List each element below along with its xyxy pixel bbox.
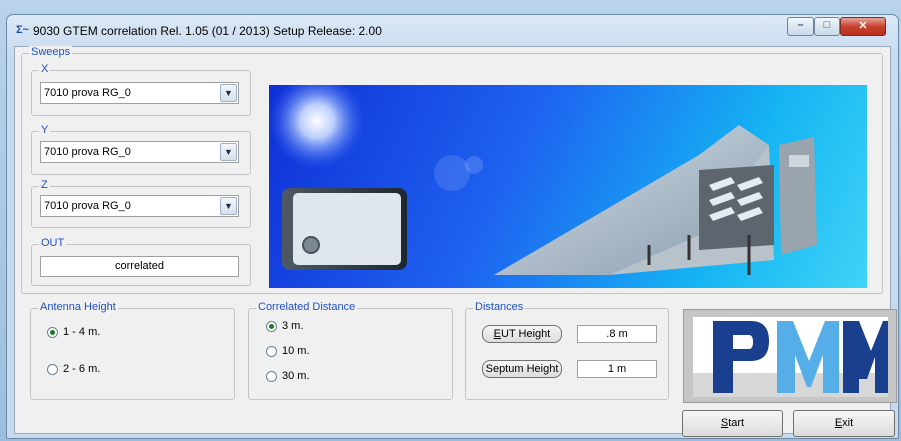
sweep-x-value: 7010 prova RG_0 — [44, 87, 131, 99]
chevron-down-icon[interactable]: ▼ — [220, 84, 237, 102]
sweep-z-value: 7010 prova RG_0 — [44, 200, 131, 212]
correlated-distance-radio-30m[interactable]: 30 m. — [266, 370, 310, 382]
pmm-logo-inner — [693, 317, 888, 397]
sweep-z-group: Z 7010 prova RG_0 ▼ — [31, 179, 251, 228]
sweep-x-label: X — [39, 63, 51, 75]
exit-button-label: xit — [842, 417, 854, 429]
sweep-y-label: Y — [39, 124, 51, 136]
antenna-height-radio-2-6[interactable]: 2 - 6 m. — [47, 363, 100, 375]
eut-height-button-label: UT Height — [501, 328, 551, 340]
antenna-height-legend: Antenna Height — [38, 301, 118, 313]
out-label: OUT — [39, 237, 67, 249]
pmm-logo — [683, 309, 897, 403]
septum-height-button[interactable]: Septum Height — [482, 360, 562, 378]
sigma-icon: Σ~ — [16, 24, 30, 36]
correlated-distance-option-label: 30 m. — [282, 370, 310, 382]
pmm-logo-graphic — [693, 321, 888, 397]
start-button-label: tart — [728, 417, 745, 429]
radio-selected-icon[interactable] — [266, 320, 277, 332]
correlated-distance-option-label: 10 m. — [282, 345, 310, 357]
correlated-distance-legend: Correlated Distance — [256, 301, 358, 313]
correlated-distance-option-label: 3 m. — [282, 320, 304, 332]
antenna-height-group: Antenna Height 1 - 4 m. 2 - 6 m. — [30, 301, 235, 400]
sweep-y-group: Y 7010 prova RG_0 ▼ — [31, 124, 251, 175]
chevron-down-icon[interactable]: ▼ — [220, 143, 237, 161]
gtem-banner-image — [269, 85, 867, 288]
sweep-z-label: Z — [39, 179, 50, 191]
maximize-button[interactable]: □ — [814, 17, 840, 36]
radio-unselected-icon[interactable] — [266, 370, 277, 382]
radio-unselected-icon[interactable] — [47, 363, 58, 375]
antenna-height-option-label: 1 - 4 m. — [63, 326, 101, 338]
correlated-distance-radio-3m[interactable]: 3 m. — [266, 320, 303, 332]
eut-height-accel-key: E — [493, 328, 501, 340]
close-button[interactable]: ✕ — [840, 17, 886, 36]
minimize-icon: – — [797, 19, 804, 31]
out-group: OUT correlated — [31, 237, 251, 286]
maximize-icon: □ — [823, 19, 831, 31]
sweep-y-value: 7010 prova RG_0 — [44, 146, 131, 158]
eut-height-button[interactable]: EUT Height — [482, 325, 562, 343]
sweep-x-group: X 7010 prova RG_0 ▼ — [31, 63, 251, 116]
chevron-down-icon[interactable]: ▼ — [220, 197, 237, 215]
gtem-cell-illustration — [269, 85, 817, 275]
sweep-x-select[interactable]: 7010 prova RG_0 ▼ — [40, 82, 239, 104]
radio-unselected-icon[interactable] — [266, 345, 277, 357]
window-title: 9030 GTEM correlation Rel. 1.05 (01 / 20… — [33, 24, 382, 38]
correlated-distance-group: Correlated Distance 3 m. 10 m. 30 m. — [248, 301, 453, 400]
antenna-height-radio-1-4[interactable]: 1 - 4 m. — [47, 326, 100, 338]
distances-legend: Distances — [473, 301, 526, 313]
close-icon: ✕ — [858, 20, 868, 32]
septum-height-field[interactable]: 1 m — [577, 360, 657, 378]
sweep-z-select[interactable]: 7010 prova RG_0 ▼ — [40, 195, 239, 217]
distances-group: Distances EUT Height .8 m Septum Height … — [465, 301, 669, 400]
radio-selected-icon[interactable] — [47, 326, 58, 338]
correlated-distance-radio-10m[interactable]: 10 m. — [266, 345, 310, 357]
app-window: Σ~ 9030 GTEM correlation Rel. 1.05 (01 /… — [6, 14, 899, 439]
eut-height-field[interactable]: .8 m — [577, 325, 657, 343]
title-bar[interactable]: Σ~ 9030 GTEM correlation Rel. 1.05 (01 /… — [7, 15, 898, 47]
exit-button[interactable]: Exit — [793, 410, 895, 437]
minimize-button[interactable]: – — [787, 17, 814, 36]
start-button[interactable]: Start — [682, 410, 783, 437]
sweeps-legend: Sweeps — [29, 46, 73, 58]
sweep-y-select[interactable]: 7010 prova RG_0 ▼ — [40, 141, 239, 163]
antenna-height-option-label: 2 - 6 m. — [63, 363, 101, 375]
out-field: correlated — [40, 256, 239, 277]
client-area: Sweeps X 7010 prova RG_0 ▼ Y 7010 prova … — [14, 46, 897, 437]
